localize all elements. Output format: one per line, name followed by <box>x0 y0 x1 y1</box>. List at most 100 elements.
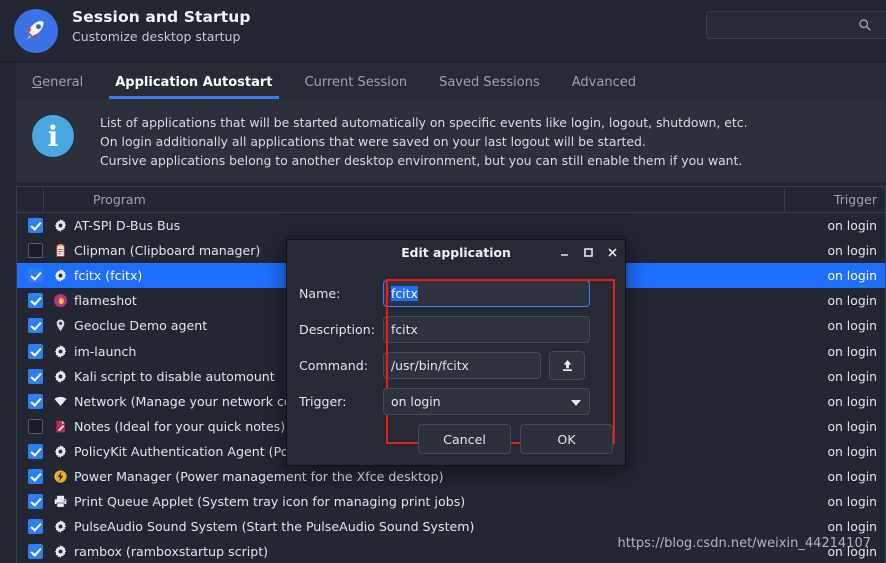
edit-application-dialog: Edit application Name: fcitx Description… <box>286 239 626 466</box>
command-field-row: Command: /usr/bin/fcitx <box>299 347 613 383</box>
row-trigger-value: on login <box>827 343 877 359</box>
close-icon[interactable] <box>606 246 619 259</box>
upload-arrow-icon <box>562 359 572 371</box>
tab-general-label: eneral <box>42 75 84 90</box>
tab-general-mnemonic: G <box>32 75 43 90</box>
gear-icon <box>52 218 68 234</box>
row-trigger-value: on login <box>827 393 877 409</box>
gear-icon <box>52 268 68 284</box>
trigger-select[interactable]: on login <box>383 387 590 415</box>
tab-current-session-label: Current Session <box>304 75 408 90</box>
gear-icon <box>52 343 68 359</box>
row-checkbox[interactable] <box>28 468 43 484</box>
info-line-3: Cursive applications belong to another d… <box>100 153 743 168</box>
row-program-label: PulseAudio Sound System (Start the Pulse… <box>74 519 475 535</box>
location-pin-icon <box>52 318 68 334</box>
chevron-down-icon <box>571 399 581 406</box>
row-trigger-value: on login <box>827 368 877 384</box>
row-checkbox[interactable] <box>28 519 43 535</box>
info-line-2: On login additionally all applications t… <box>100 134 646 149</box>
row-checkbox[interactable] <box>28 268 43 284</box>
row-trigger-value: on login <box>827 268 877 284</box>
row-trigger-value: on login <box>827 293 877 309</box>
trigger-select-value: on login <box>391 393 441 409</box>
tab-application-autostart[interactable]: Application Autostart <box>99 75 288 99</box>
row-checkbox[interactable] <box>28 243 43 259</box>
row-checkbox[interactable] <box>28 494 43 510</box>
table-row[interactable]: rambox (ramboxstartup script) on login <box>17 539 885 563</box>
page-subtitle: Customize desktop startup <box>72 29 241 44</box>
name-input[interactable]: fcitx <box>383 279 590 307</box>
info-text: List of applications that will be starte… <box>100 113 748 170</box>
dialog-body: Name: fcitx Description: fcitx Command: … <box>287 265 625 444</box>
row-trigger-value: on login <box>827 218 877 234</box>
dialog-actions: Cancel OK <box>418 424 613 454</box>
row-checkbox[interactable] <box>28 418 43 434</box>
row-trigger-value: on login <box>827 443 877 459</box>
maximize-icon[interactable] <box>582 246 595 259</box>
rocket-icon <box>14 9 58 53</box>
column-header-program[interactable]: Program <box>43 187 784 212</box>
row-checkbox[interactable] <box>28 368 43 384</box>
command-label: Command: <box>299 357 368 373</box>
dialog-window-buttons <box>558 240 619 265</box>
header-text-block: Session and Startup Customize desktop st… <box>72 8 251 44</box>
info-line-1: List of applications that will be starte… <box>100 115 748 130</box>
search-input[interactable] <box>706 11 886 39</box>
gear-icon <box>52 368 68 384</box>
ok-button[interactable]: OK <box>520 424 613 454</box>
command-input[interactable]: /usr/bin/fcitx <box>383 351 541 379</box>
app-header: Session and Startup Customize desktop st… <box>0 0 886 62</box>
row-trigger-value: on login <box>827 418 877 434</box>
printer-icon <box>52 494 68 510</box>
page-title: Session and Startup <box>72 8 251 26</box>
row-trigger-value: on login <box>827 519 877 535</box>
name-input-value: fcitx <box>391 285 418 301</box>
description-input[interactable]: fcitx <box>383 315 590 343</box>
tab-application-autostart-label: Application Autostart <box>115 75 273 90</box>
gear-icon <box>52 443 68 459</box>
clipboard-icon <box>52 243 68 259</box>
row-trigger-value: on login <box>827 468 877 484</box>
power-icon <box>52 468 68 484</box>
dialog-titlebar[interactable]: Edit application <box>287 240 625 265</box>
row-checkbox[interactable] <box>28 318 43 334</box>
search-box[interactable] <box>706 11 886 39</box>
column-header-trigger[interactable]: Trigger <box>784 187 885 212</box>
table-row[interactable]: AT-SPI D-Bus Bus on login <box>17 213 885 238</box>
row-program-label: Power Manager (Power management for the … <box>74 468 444 484</box>
list-header: Program Trigger <box>17 187 885 213</box>
row-checkbox[interactable] <box>28 343 43 359</box>
session-startup-window: Session and Startup Customize desktop st… <box>0 0 886 563</box>
info-banner: i List of applications that will be star… <box>16 99 886 182</box>
cancel-button[interactable]: Cancel <box>418 424 511 454</box>
trigger-field-row: Trigger: on login <box>299 383 613 419</box>
row-trigger-value: on login <box>827 318 877 334</box>
table-row[interactable]: PulseAudio Sound System (Start the Pulse… <box>17 514 885 539</box>
gear-icon <box>52 544 68 560</box>
minimize-icon[interactable] <box>558 246 571 259</box>
row-checkbox[interactable] <box>28 218 43 234</box>
tab-advanced[interactable]: Advanced <box>556 75 652 99</box>
description-field-row: Description: fcitx <box>299 311 613 347</box>
name-label: Name: <box>299 285 341 301</box>
network-icon <box>52 393 68 409</box>
browse-button[interactable] <box>549 350 585 380</box>
row-program-label: rambox (ramboxstartup script) <box>74 544 269 560</box>
row-checkbox[interactable] <box>28 393 43 409</box>
gear-icon <box>52 519 68 535</box>
row-checkbox[interactable] <box>28 544 43 560</box>
row-checkbox[interactable] <box>28 443 43 459</box>
command-input-value: /usr/bin/fcitx <box>391 357 469 373</box>
row-trigger-value: on login <box>827 494 877 510</box>
flameshot-icon <box>52 293 68 309</box>
tab-current-session[interactable]: Current Session <box>289 75 424 99</box>
tab-general[interactable]: General <box>16 75 99 99</box>
row-program-label: AT-SPI D-Bus Bus <box>74 218 181 234</box>
row-trigger-value: on login <box>827 243 877 259</box>
table-row[interactable]: Power Manager (Power management for the … <box>17 464 885 489</box>
row-program-label: Print Queue Applet (System tray icon for… <box>74 494 466 510</box>
row-checkbox[interactable] <box>28 293 43 309</box>
table-row[interactable]: Print Queue Applet (System tray icon for… <box>17 489 885 514</box>
tab-saved-sessions[interactable]: Saved Sessions <box>423 75 556 99</box>
